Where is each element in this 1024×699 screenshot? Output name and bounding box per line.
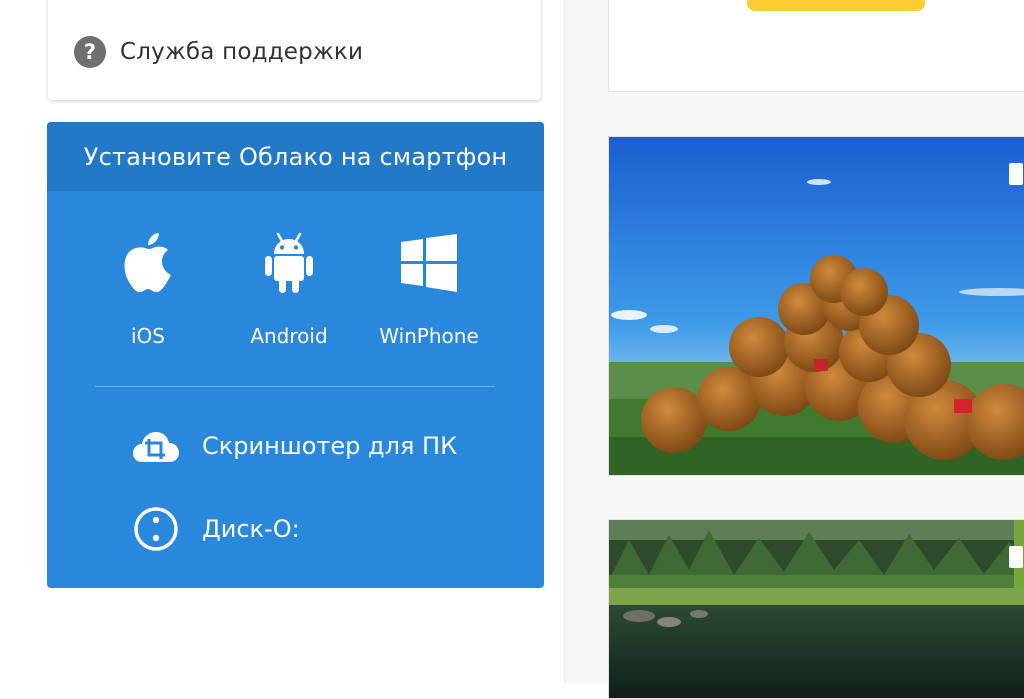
apps-divider: [95, 386, 495, 387]
screenshoter-label: Скриншотер для ПК: [202, 432, 458, 460]
install-app-card: Установите Облако на смартфон iOS Androi…: [47, 122, 544, 588]
platform-winphone-link[interactable]: WinPhone: [359, 232, 499, 348]
disk-o-link[interactable]: Диск-О:: [132, 506, 300, 552]
support-link[interactable]: ? Служба поддержки: [74, 36, 363, 68]
photo-select-checkbox[interactable]: [1009, 163, 1023, 185]
install-app-title: Установите Облако на смартфон: [47, 122, 544, 191]
screenshoter-link[interactable]: Скриншотер для ПК: [132, 426, 457, 466]
disk-o-icon: [134, 507, 178, 551]
forest-lake-photo: [609, 520, 1024, 698]
platform-ios-link[interactable]: iOS: [78, 232, 218, 348]
platform-ios-label: iOS: [131, 324, 165, 348]
question-circle-icon: ?: [74, 36, 106, 68]
platform-winphone-label: WinPhone: [379, 324, 479, 348]
platform-android-label: Android: [250, 324, 328, 348]
promo-button[interactable]: [747, 0, 925, 11]
promo-card: [608, 0, 1024, 92]
android-icon: [265, 232, 313, 293]
support-label: Служба поддержки: [120, 39, 364, 65]
disk-o-label: Диск-О:: [202, 515, 300, 543]
photo-tile[interactable]: [608, 519, 1024, 699]
platform-list: iOS Android WinPhone: [47, 232, 544, 372]
cloud-crop-icon: [133, 432, 179, 462]
photo-select-checkbox[interactable]: [1009, 546, 1023, 568]
windows-icon: [401, 234, 457, 292]
hay-bales-landscape-photo: [609, 137, 1024, 475]
photo-tile[interactable]: [608, 136, 1024, 476]
support-card: ? Служба поддержки: [48, 0, 541, 100]
platform-android-link[interactable]: Android: [219, 232, 359, 348]
apple-icon: [124, 233, 171, 293]
